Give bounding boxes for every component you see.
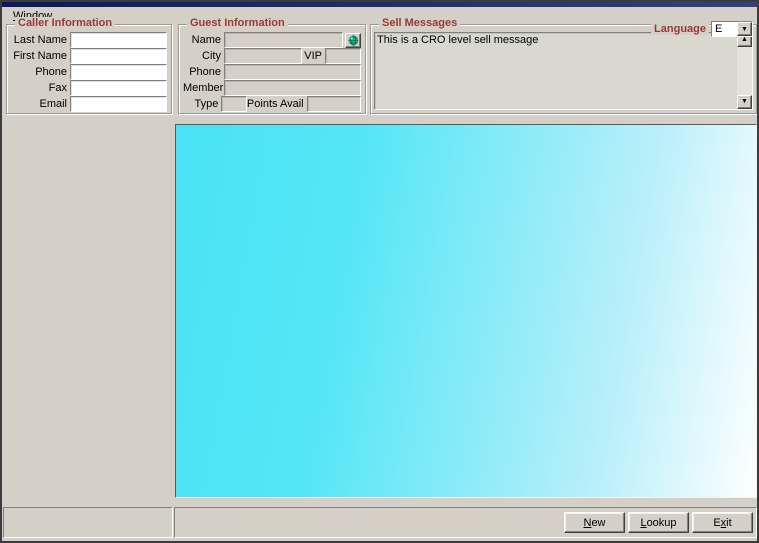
guest-phone-label: Phone	[183, 66, 221, 78]
member-label: Member	[183, 82, 221, 94]
guest-type-row: Type Points Avail	[183, 96, 361, 112]
points-avail-input	[307, 96, 361, 112]
arrow-down-icon: ▼	[741, 96, 748, 108]
vip-label: VIP	[304, 50, 322, 62]
caller-phone-input[interactable]	[70, 64, 167, 80]
caller-fax-row: Fax	[11, 80, 167, 96]
sell-messages-scrollbar[interactable]: ▲ ▼	[737, 33, 752, 109]
exit-button[interactable]: Exit	[692, 512, 753, 533]
type-label: Type	[183, 98, 218, 110]
guest-phone-input	[224, 64, 361, 80]
firstname-label: First Name	[11, 50, 67, 62]
city-input	[224, 48, 302, 64]
email-label: Email	[11, 98, 67, 110]
guest-name-label: Name	[183, 34, 221, 46]
status-panel-left	[3, 507, 173, 538]
points-avail-label: Points Avail	[247, 98, 304, 110]
scroll-down-button[interactable]: ▼	[737, 95, 752, 109]
language-combobox[interactable]: E ▼	[711, 21, 753, 37]
caller-email-row: Email	[11, 96, 167, 112]
guest-name-input	[224, 32, 343, 48]
main-canvas	[175, 124, 757, 498]
guest-member-row: Member	[183, 80, 361, 96]
button-panel: New Lookup Exit	[174, 507, 757, 538]
guest-city-row: City VIP	[183, 48, 361, 64]
caller-phone-label: Phone	[11, 66, 67, 78]
guest-information-title: Guest Information	[187, 17, 288, 29]
city-label: City	[183, 50, 221, 62]
chevron-down-icon: ▼	[741, 26, 748, 33]
sell-messages-title: Sell Messages	[379, 17, 460, 29]
vip-input	[325, 48, 361, 64]
language-dropdown-button[interactable]: ▼	[737, 22, 752, 36]
language-value: E	[712, 22, 737, 36]
lastname-input[interactable]	[70, 32, 167, 48]
sell-messages-group: Sell Messages Language E ▼ This is a CRO…	[370, 24, 757, 114]
fax-input[interactable]	[70, 80, 167, 96]
sell-messages-textarea[interactable]: This is a CRO level sell message ▲ ▼	[374, 32, 753, 110]
lastname-label: Last Name	[11, 34, 67, 46]
lookup-button[interactable]: Lookup	[628, 512, 689, 533]
member-input	[224, 80, 361, 96]
guest-phone-row: Phone	[183, 64, 361, 80]
application-window: Window Caller Information Last Name Firs…	[0, 0, 759, 543]
caller-lastname-row: Last Name	[11, 32, 167, 48]
caller-firstname-row: First Name	[11, 48, 167, 64]
language-control: Language E ▼	[651, 21, 753, 37]
guest-information-group: Guest Information Name City VIP	[178, 24, 366, 114]
caller-phone-row: Phone	[11, 64, 167, 80]
name-lookup-button[interactable]	[345, 33, 361, 48]
type-input	[221, 96, 247, 112]
fax-label: Fax	[11, 82, 67, 94]
language-label: Language	[651, 23, 709, 35]
email-input[interactable]	[70, 96, 167, 112]
firstname-input[interactable]	[70, 48, 167, 64]
caller-information-title: Caller Information	[15, 17, 115, 29]
guest-name-row: Name	[183, 32, 361, 48]
new-button[interactable]: New	[564, 512, 625, 533]
caller-information-group: Caller Information Last Name First Name …	[6, 24, 172, 114]
globe-icon	[348, 35, 359, 46]
